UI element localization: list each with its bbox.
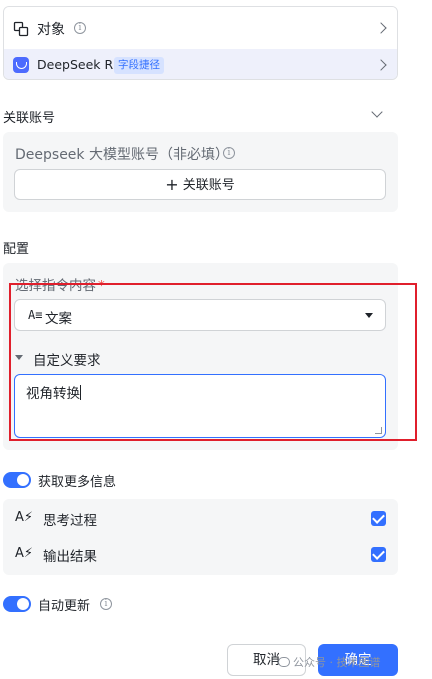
account-section-title: 关联账号 xyxy=(3,111,56,126)
model-row[interactable]: DeepSeek R1 字段捷径 xyxy=(4,49,397,79)
info-icon[interactable]: i xyxy=(223,147,235,159)
chevron-down-icon[interactable] xyxy=(371,106,383,118)
add-account-button[interactable]: + 关联账号 xyxy=(14,169,386,200)
auto-update-label: 自动更新 xyxy=(38,599,91,614)
instruction-select[interactable]: A≡ 文案 xyxy=(14,299,386,331)
collapse-triangle-icon[interactable] xyxy=(15,355,23,360)
required-mark: * xyxy=(98,278,105,294)
resize-handle[interactable] xyxy=(375,427,382,434)
object-icon xyxy=(13,21,29,37)
info-icon[interactable]: i xyxy=(100,598,112,610)
watermark: 公众号 · 技术图谱 xyxy=(278,654,381,670)
model-label: DeepSeek R1 xyxy=(37,57,122,72)
custom-requirement-value: 视角转换 xyxy=(26,386,80,402)
checkbox-thinking[interactable] xyxy=(371,511,386,526)
config-panel: 选择指令内容 * A≡ 文案 自定义要求 视角转换 xyxy=(3,263,398,450)
plus-icon: + xyxy=(165,175,179,194)
text-generate-icon: A⚡ xyxy=(15,510,34,525)
more-info-toggle[interactable] xyxy=(3,472,31,488)
more-info-label: 获取更多信息 xyxy=(38,475,117,490)
caret-down-icon xyxy=(365,313,373,318)
cancel-label: 取消 xyxy=(253,652,280,668)
text-type-icon: A≡ xyxy=(28,308,43,322)
account-field-label: Deepseek 大模型账号（非必填） xyxy=(15,147,229,163)
deepseek-logo-icon xyxy=(13,57,29,73)
watermark-text: 公众号 · 技术图谱 xyxy=(293,656,381,669)
info-icon[interactable]: i xyxy=(74,22,86,34)
object-label: 对象 xyxy=(37,22,65,38)
instruction-label-text: 选择指令内容 xyxy=(15,278,96,294)
auto-update-toggle[interactable] xyxy=(3,596,31,612)
config-section-title: 配置 xyxy=(3,242,30,257)
text-cursor xyxy=(80,385,81,400)
checkbox-output[interactable] xyxy=(371,547,386,562)
instruction-select-value: 文案 xyxy=(45,311,72,327)
source-card: 对象 i DeepSeek R1 字段捷径 xyxy=(3,6,398,80)
more-info-panel: A⚡ 思考过程 A⚡ 输出结果 xyxy=(3,499,398,575)
wechat-icon xyxy=(278,657,290,667)
account-panel: Deepseek 大模型账号（非必填） i + 关联账号 xyxy=(3,132,398,212)
option-label-output: 输出结果 xyxy=(43,549,97,565)
custom-requirement-textarea[interactable]: 视角转换 xyxy=(14,374,386,438)
chevron-right-icon[interactable] xyxy=(375,22,387,34)
text-generate-icon: A⚡ xyxy=(15,546,34,561)
field-shortcut-badge: 字段捷径 xyxy=(114,57,164,74)
add-account-label: 关联账号 xyxy=(182,178,235,193)
option-label-thinking: 思考过程 xyxy=(43,513,97,529)
instruction-field-label: 选择指令内容 * xyxy=(15,274,105,294)
custom-requirement-label[interactable]: 自定义要求 xyxy=(33,349,101,369)
object-row[interactable]: 对象 i xyxy=(4,7,397,49)
chevron-right-icon[interactable] xyxy=(375,59,387,71)
